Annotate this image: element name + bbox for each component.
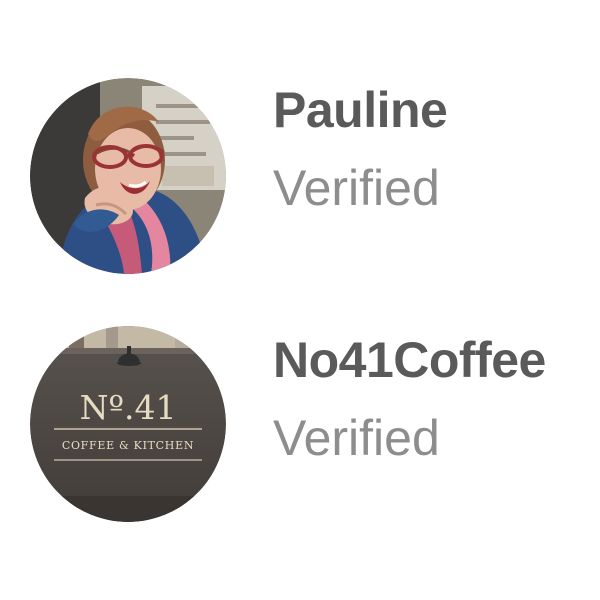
sign-number: Nº.41	[80, 388, 177, 427]
profile-name[interactable]: No41Coffee	[273, 332, 546, 388]
avatar[interactable]	[30, 78, 226, 274]
verified-status: Verified	[273, 410, 440, 466]
verified-status: Verified	[273, 160, 440, 216]
person-photo-avatar-icon	[30, 78, 226, 274]
avatar[interactable]: Nº.41 COFFEE & KITCHEN	[30, 326, 226, 522]
profile-name[interactable]: Pauline	[273, 82, 448, 138]
sign-subtitle: COFFEE & KITCHEN	[62, 439, 194, 452]
profile-item-pauline[interactable]: Pauline Verified	[30, 78, 590, 278]
storefront-sign-avatar-icon: Nº.41 COFFEE & KITCHEN	[30, 326, 226, 522]
profile-item-no41coffee[interactable]: Nº.41 COFFEE & KITCHEN No41Coffee Verifi…	[30, 326, 590, 526]
verified-profiles-list: Pauline Verified Nº.41 COFFEE & KITCHEN …	[0, 0, 600, 600]
